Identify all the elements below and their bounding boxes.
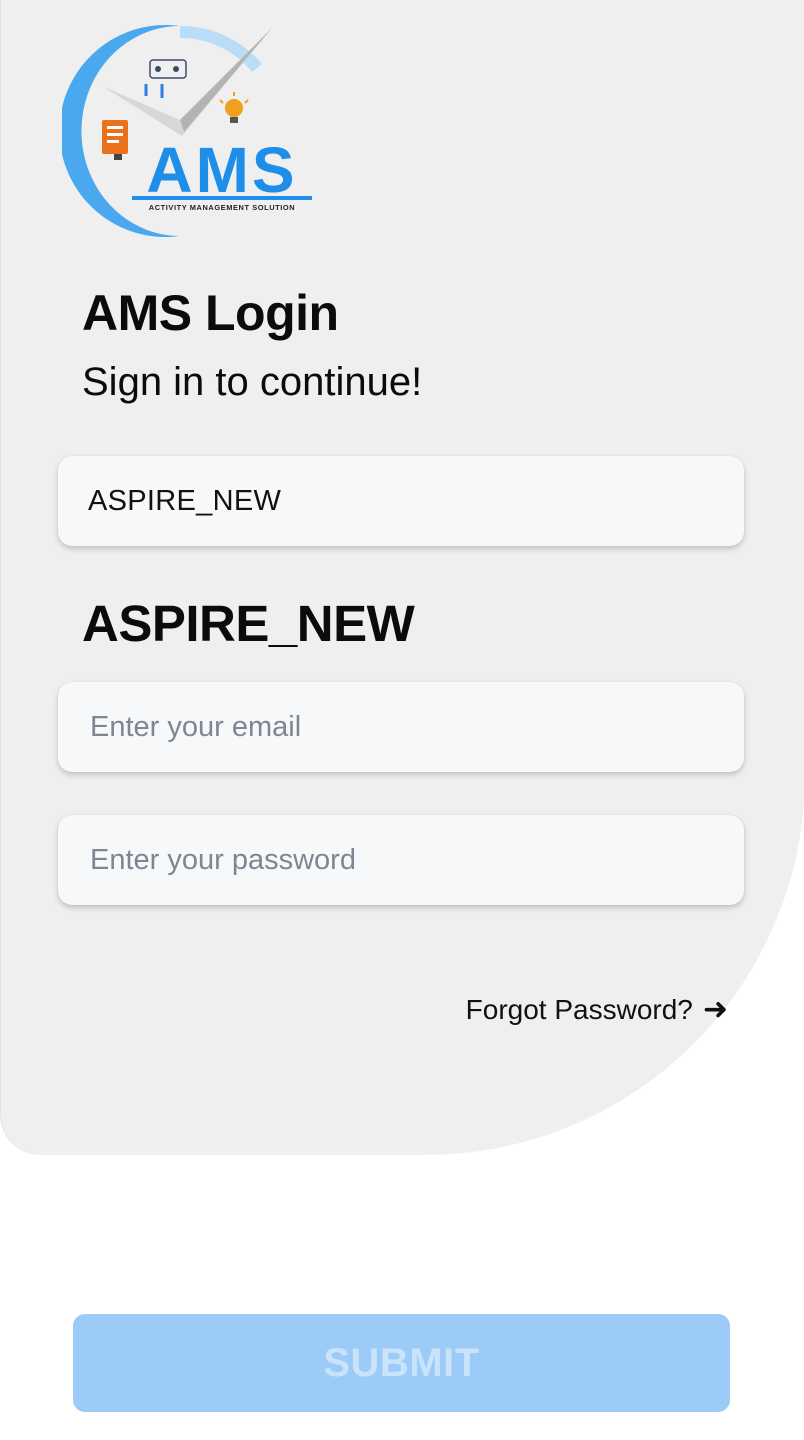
organization-heading: ASPIRE_NEW: [82, 595, 415, 652]
email-field[interactable]: [88, 709, 714, 745]
password-field-container: [58, 815, 744, 905]
forgot-password-link[interactable]: Forgot Password? ➜: [466, 994, 728, 1026]
team-illustration-icon: [144, 59, 187, 98]
arrow-right-icon: ➜: [702, 993, 728, 1026]
lightbulb-icon: [219, 92, 249, 123]
organization-field[interactable]: ASPIRE_NEW: [58, 456, 744, 546]
svg-text:AMS: AMS: [146, 134, 297, 206]
page-title: AMS Login: [82, 285, 339, 341]
svg-text:ACTIVITY MANAGEMENT SOLUTION: ACTIVITY MANAGEMENT SOLUTION: [149, 203, 295, 212]
organization-field-value: ASPIRE_NEW: [88, 484, 282, 517]
ams-logo: AMS ACTIVITY MANAGEMENT SOLUTION: [62, 24, 322, 238]
clipboard-icon: [102, 120, 128, 160]
submit-button[interactable]: SUBMIT: [73, 1314, 730, 1412]
email-field-container: [58, 682, 744, 772]
forgot-password-label: Forgot Password?: [465, 994, 693, 1025]
page-subtitle: Sign in to continue!: [82, 360, 423, 404]
password-field[interactable]: [88, 842, 714, 878]
